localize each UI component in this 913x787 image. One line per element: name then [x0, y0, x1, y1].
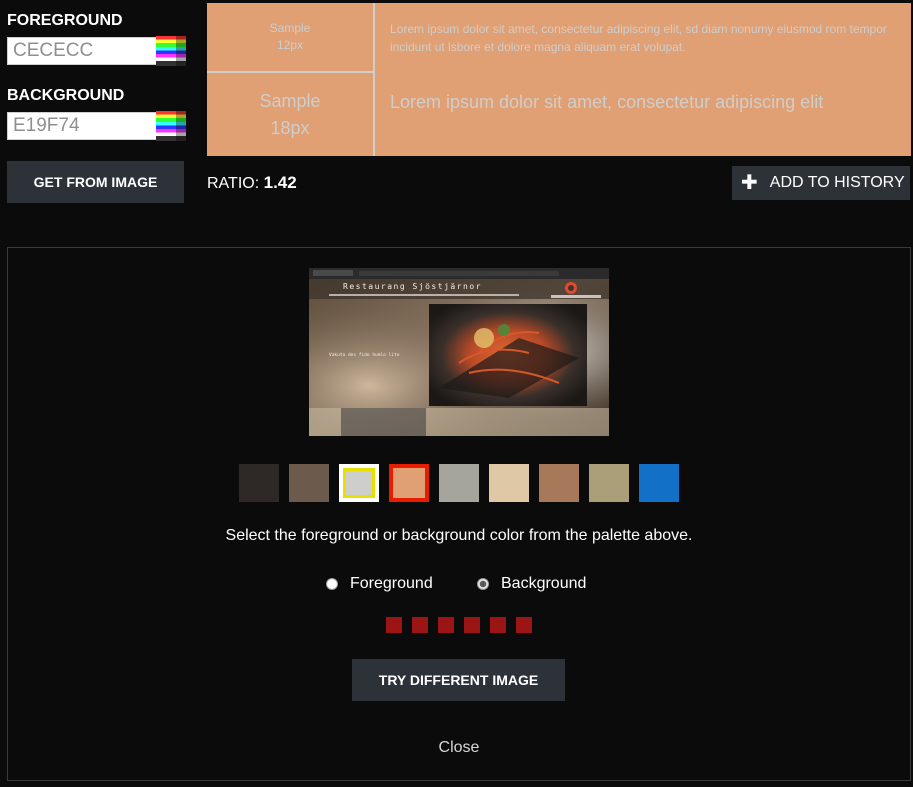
ratio-display: RATIO: 1.42: [207, 173, 297, 193]
background-label: BACKGROUND: [7, 87, 125, 104]
try-different-image-button[interactable]: TRY DIFFERENT IMAGE: [352, 659, 565, 701]
background-radio[interactable]: [477, 578, 489, 590]
palette-instructions: Select the foreground or background colo…: [225, 527, 693, 544]
loading-dot: [438, 617, 454, 633]
foreground-radio-label[interactable]: Foreground: [350, 575, 433, 593]
get-from-image-button[interactable]: GET FROM IMAGE: [7, 161, 184, 203]
loading-dot: [490, 617, 506, 633]
background-radio-label[interactable]: Background: [501, 575, 586, 593]
sample-12px-label-line2: 12px: [276, 38, 304, 52]
palette-swatch[interactable]: [289, 464, 329, 502]
foreground-hex-input[interactable]: CECECC: [7, 37, 157, 65]
palette-swatch[interactable]: [589, 464, 629, 502]
sample-12px-label-line1: Sample: [269, 21, 311, 35]
palette-swatch[interactable]: [539, 464, 579, 502]
palette-swatch[interactable]: [339, 464, 379, 502]
sample-18px-label-line1: Sample: [259, 90, 321, 111]
foreground-radio[interactable]: [326, 578, 338, 590]
loading-dot: [464, 617, 480, 633]
background-color-picker-icon[interactable]: [156, 111, 186, 141]
add-to-history-button[interactable]: ✚ ADD TO HISTORY: [732, 166, 910, 200]
sample-18px-label: Sample 18px: [207, 73, 373, 156]
sample-12px-text: Lorem ipsum dolor sit amet, consectetur …: [390, 22, 887, 54]
sample-12px-label: Sample 12px: [207, 3, 373, 71]
source-image-thumbnail: Restaurang Sjöstjärnor Vakuta des fido h…: [309, 268, 609, 436]
background-hex-input[interactable]: E19F74: [7, 112, 157, 140]
restaurant-screenshot-image: Restaurang Sjöstjärnor Vakuta des fido h…: [309, 268, 609, 436]
thumbnail-tagline: Vakuta des fido humlo lite: [329, 352, 400, 358]
sample-18px-text: Lorem ipsum dolor sit amet, consectetur …: [390, 92, 824, 112]
add-to-history-label: ADD TO HISTORY: [769, 174, 905, 191]
palette-swatch[interactable]: [239, 464, 279, 502]
loading-dot: [386, 617, 402, 633]
ratio-value: 1.42: [263, 173, 297, 192]
foreground-label: FOREGROUND: [7, 12, 123, 29]
palette-swatch[interactable]: [489, 464, 529, 502]
palette-swatch[interactable]: [389, 464, 429, 502]
plus-icon: ✚: [741, 172, 758, 194]
loading-dot: [412, 617, 428, 633]
loading-dot: [516, 617, 532, 633]
ratio-label: RATIO:: [207, 175, 260, 192]
palette-swatch[interactable]: [439, 464, 479, 502]
contrast-sample-preview: Sample 12px Sample 18px Lorem ipsum dolo…: [207, 3, 911, 156]
foreground-color-picker-icon[interactable]: [156, 36, 186, 66]
sample-divider-vertical: [373, 3, 375, 156]
palette-swatch[interactable]: [639, 464, 679, 502]
close-link: Close: [7, 739, 911, 757]
sample-18px-label-line2: 18px: [270, 117, 310, 138]
thumbnail-site-title: Restaurang Sjöstjärnor: [343, 282, 482, 291]
close-button[interactable]: Close: [439, 739, 480, 756]
